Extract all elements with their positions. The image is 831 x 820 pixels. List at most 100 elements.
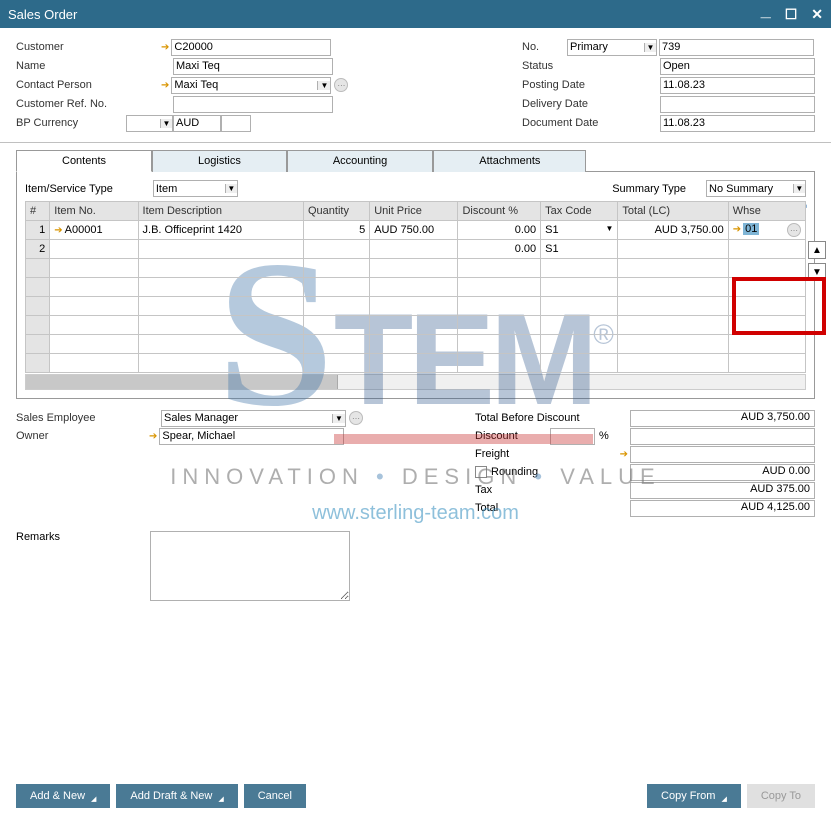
itemtype-label: Item/Service Type — [25, 183, 113, 195]
dropdown-icon[interactable]: ▼ — [317, 81, 330, 90]
tab-content: Item/Service Type ▼ Summary Type ▼ ↗ # I… — [16, 172, 815, 399]
horizontal-scrollbar[interactable] — [25, 374, 806, 390]
items-grid[interactable]: # Item No. Item Description Quantity Uni… — [25, 201, 806, 373]
link-arrow-icon: ➔ — [54, 225, 62, 236]
window-title: Sales Order — [8, 7, 761, 22]
tab-attachments[interactable]: Attachments — [433, 150, 586, 172]
col-whse[interactable]: Whse — [728, 202, 805, 221]
title-bar: Sales Order _ ☐ ✕ — [0, 0, 831, 28]
scroll-up-icon[interactable]: ▲ — [808, 241, 826, 259]
remarks-section: Remarks — [16, 531, 815, 601]
table-row[interactable]: 2 0.00 S1 — [26, 240, 806, 259]
custref-field[interactable] — [174, 98, 332, 110]
total-value: AUD 4,125.00 — [630, 500, 815, 517]
disc-pct-field[interactable] — [550, 428, 595, 445]
col-uprice[interactable]: Unit Price — [370, 202, 458, 221]
link-arrow-icon[interactable]: ➔ — [149, 431, 157, 442]
status-field — [661, 60, 814, 72]
dropdown-icon[interactable]: ▼ — [332, 414, 345, 423]
postdate-field[interactable] — [661, 79, 814, 91]
freight-label: Freight — [475, 448, 620, 460]
disc-label: Discount — [475, 430, 550, 442]
detail-icon: ⋯ — [787, 223, 801, 237]
scroll-down-icon[interactable]: ▼ — [808, 263, 826, 281]
tab-accounting[interactable]: Accounting — [287, 150, 433, 172]
header-left-col: Customer ➔ Name Contact Person ➔ ▼ ⋯ Cus… — [16, 38, 348, 132]
no-type-select[interactable] — [568, 41, 644, 53]
col-disc[interactable]: Discount % — [458, 202, 541, 221]
window-controls: _ ☐ ✕ — [761, 4, 823, 25]
customer-field[interactable] — [172, 41, 330, 53]
name-field[interactable] — [174, 60, 332, 72]
link-arrow-icon[interactable]: ➔ — [620, 449, 628, 460]
salesemp-select[interactable] — [162, 412, 332, 424]
remarks-label: Remarks — [16, 531, 60, 543]
cancel-button[interactable]: Cancel — [244, 784, 306, 808]
header-right-col: No. ▼ Status Posting Date Delivery Date … — [522, 38, 815, 132]
tbd-label: Total Before Discount — [475, 412, 630, 424]
docdate-label: Document Date — [522, 117, 660, 129]
owner-field[interactable] — [160, 430, 343, 442]
grid-subheader: Item/Service Type ▼ Summary Type ▼ — [25, 180, 806, 197]
footer-area: Sales Employee ▼ ⋯ Owner ➔ Total Before … — [16, 409, 815, 517]
deldate-label: Delivery Date — [522, 98, 660, 110]
total-label: Total — [475, 502, 630, 514]
tax-label: Tax — [475, 484, 630, 496]
maximize-icon[interactable]: ☐ — [785, 6, 798, 23]
dropdown-icon[interactable]: ▼ — [160, 119, 172, 128]
dropdown-icon[interactable]: ▼ — [644, 43, 656, 52]
tab-logistics[interactable]: Logistics — [152, 150, 287, 172]
docdate-field[interactable] — [661, 117, 814, 129]
tbd-value: AUD 3,750.00 — [630, 410, 815, 427]
close-icon[interactable]: ✕ — [811, 6, 823, 23]
contact-label: Contact Person — [16, 79, 161, 91]
remarks-field[interactable] — [150, 531, 350, 601]
detail-icon[interactable]: ⋯ — [349, 411, 363, 425]
col-qty[interactable]: Quantity — [304, 202, 370, 221]
bpcurr-field[interactable] — [174, 117, 220, 129]
custref-label: Customer Ref. No. — [16, 98, 161, 110]
no-field[interactable] — [660, 41, 813, 53]
customer-label: Customer — [16, 41, 161, 53]
bpcurr-select[interactable] — [127, 117, 160, 129]
link-arrow-icon[interactable]: ➔ — [161, 42, 169, 53]
col-itemno[interactable]: Item No. — [50, 202, 138, 221]
tabset: Contents Logistics Accounting Attachment… — [16, 149, 815, 172]
minimize-icon[interactable]: _ — [761, 0, 771, 21]
bpcurr-label: BP Currency — [16, 117, 126, 129]
add-new-button[interactable]: Add & New — [16, 784, 110, 808]
bpcurr-rate[interactable] — [222, 117, 250, 129]
dropdown-icon[interactable]: ▼ — [793, 184, 805, 193]
link-arrow-icon[interactable]: ➔ — [161, 80, 169, 91]
copy-from-button[interactable]: Copy From — [647, 784, 741, 808]
col-desc[interactable]: Item Description — [138, 202, 303, 221]
tab-contents[interactable]: Contents — [16, 150, 152, 172]
sumtype-select[interactable] — [707, 183, 793, 195]
table-row[interactable]: 1 ➔A00001 J.B. Officeprint 1420 5 AUD 75… — [26, 221, 806, 240]
no-label: No. — [522, 41, 567, 53]
owner-label: Owner — [16, 430, 161, 442]
sumtype-label: Summary Type — [612, 183, 686, 195]
round-value: AUD 0.00 — [630, 464, 815, 481]
col-taxc[interactable]: Tax Code — [541, 202, 618, 221]
add-draft-button[interactable]: Add Draft & New — [116, 784, 237, 808]
header-form: Customer ➔ Name Contact Person ➔ ▼ ⋯ Cus… — [0, 28, 831, 143]
contact-field[interactable] — [172, 79, 317, 91]
col-total[interactable]: Total (LC) — [618, 202, 728, 221]
round-label: Rounding — [491, 466, 630, 478]
whse-cell[interactable]: ➔01⋯ — [728, 221, 805, 240]
link-arrow-icon: ➔ — [733, 224, 741, 235]
col-num[interactable]: # — [26, 202, 50, 221]
tabs-region: Contents Logistics Accounting Attachment… — [16, 149, 815, 399]
dropdown-icon: ▼ — [605, 224, 613, 233]
copy-to-button: Copy To — [747, 784, 815, 808]
detail-icon[interactable]: ⋯ — [334, 78, 348, 92]
tax-value: AUD 375.00 — [630, 482, 815, 499]
deldate-field[interactable] — [661, 98, 814, 110]
name-label: Name — [16, 60, 161, 72]
rounding-checkbox[interactable] — [475, 466, 487, 478]
dropdown-icon[interactable]: ▼ — [225, 184, 237, 193]
button-bar: Add & New Add Draft & New Cancel Copy Fr… — [16, 784, 815, 808]
itemtype-select[interactable] — [154, 183, 225, 195]
status-label: Status — [522, 60, 660, 72]
